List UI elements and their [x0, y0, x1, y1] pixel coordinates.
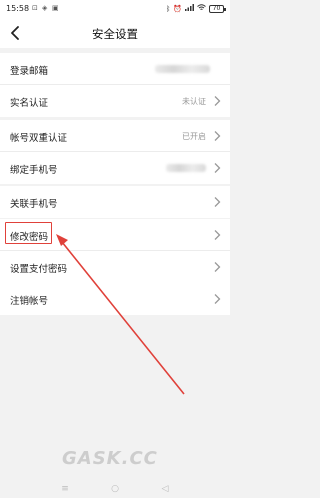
back-nav-icon[interactable]: ◁: [160, 484, 170, 494]
watermark: GASK.CC: [62, 448, 158, 469]
system-nav-bar: ≡ ○ ◁: [0, 480, 230, 498]
menu-icon[interactable]: ≡: [60, 484, 70, 494]
home-icon[interactable]: ○: [110, 484, 120, 494]
annotation-arrow: [56, 234, 185, 395]
